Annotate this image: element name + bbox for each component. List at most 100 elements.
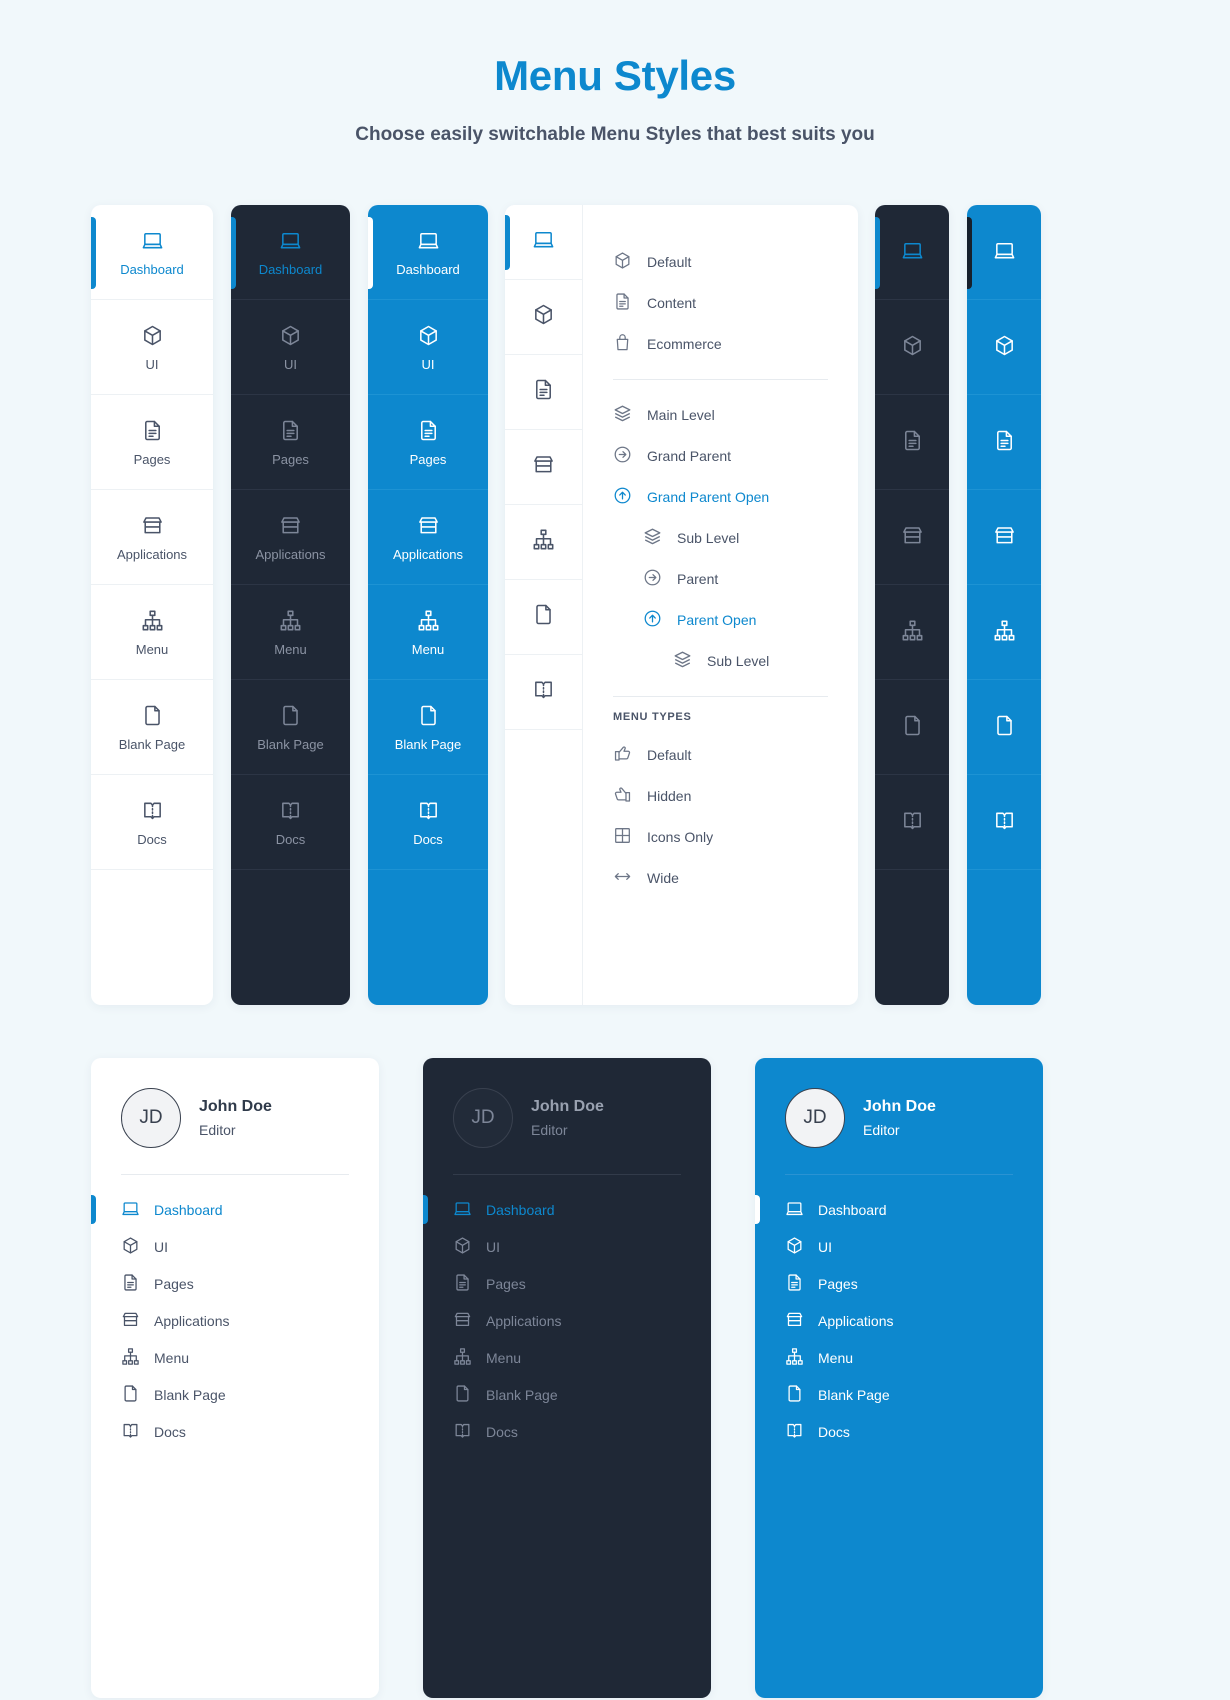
menu-item-docs[interactable]: Docs	[231, 775, 350, 870]
profile-menu-item-applications[interactable]: Applications	[423, 1302, 711, 1339]
menu-icon-dashboard[interactable]	[967, 205, 1041, 300]
menu-item-dashboard[interactable]: Dashboard	[91, 205, 213, 300]
profile-menu-item-label: Dashboard	[818, 1201, 887, 1218]
menu-icon-docs[interactable]	[875, 775, 949, 870]
profile-menu-item-menu[interactable]: Menu	[423, 1339, 711, 1376]
profile-menu-item-label: Blank Page	[486, 1386, 558, 1403]
avatar[interactable]: JD	[121, 1088, 181, 1148]
submenu-item-icons-only[interactable]: Icons Only	[613, 816, 828, 857]
profile-menu-item-menu[interactable]: Menu	[91, 1339, 379, 1376]
menu-item-ui[interactable]: UI	[91, 300, 213, 395]
submenu-item-parent-open[interactable]: Parent Open	[613, 599, 828, 640]
profile-menu-item-ui[interactable]: UI	[755, 1228, 1043, 1265]
menu-icon-pages[interactable]	[967, 395, 1041, 490]
menu-icon-docs[interactable]	[967, 775, 1041, 870]
active-indicator	[231, 217, 236, 289]
profile-menu-item-ui[interactable]: UI	[91, 1228, 379, 1265]
profile-menu-item-pages[interactable]: Pages	[755, 1265, 1043, 1302]
profile-menu-item-menu[interactable]: Menu	[755, 1339, 1043, 1376]
menu-item-pages[interactable]: Pages	[231, 395, 350, 490]
menu-item-blank-page[interactable]: Blank Page	[91, 680, 213, 775]
menu-item-dashboard[interactable]: Dashboard	[368, 205, 488, 300]
menu-item-applications[interactable]: Applications	[231, 490, 350, 585]
submenu-item-content[interactable]: Content	[613, 282, 828, 323]
submenu-item-wide[interactable]: Wide	[613, 857, 828, 898]
profile-menu-item-pages[interactable]: Pages	[91, 1265, 379, 1302]
panel-submenu: Default Content Ecommerce Main Level Grand P…	[505, 205, 858, 1005]
menu-item-docs[interactable]: Docs	[368, 775, 488, 870]
profile-menu-item-dashboard[interactable]: Dashboard	[755, 1191, 1043, 1228]
profile-menu-item-blank-page[interactable]: Blank Page	[423, 1376, 711, 1413]
avatar[interactable]: JD	[453, 1088, 513, 1148]
menu-item-applications[interactable]: Applications	[91, 490, 213, 585]
submenu-item-sub-level[interactable]: Sub Level	[613, 640, 828, 681]
submenu-item-default[interactable]: Default	[613, 241, 828, 282]
menu-item-applications[interactable]: Applications	[368, 490, 488, 585]
profile-menu-item-pages[interactable]: Pages	[423, 1265, 711, 1302]
submenu-item-sub-level[interactable]: Sub Level	[613, 517, 828, 558]
submenu-item-hidden[interactable]: Hidden	[613, 775, 828, 816]
menu-item-dashboard[interactable]: Dashboard	[231, 205, 350, 300]
menu-item-blank-page[interactable]: Blank Page	[368, 680, 488, 775]
rail-icon-docs[interactable]	[505, 655, 582, 730]
blank-page-icon	[901, 714, 924, 740]
menu-icon-blank-page[interactable]	[875, 680, 949, 775]
profile-menu-item-applications[interactable]: Applications	[91, 1302, 379, 1339]
profile-name: John Doe	[531, 1098, 604, 1116]
menu-item-menu[interactable]: Menu	[231, 585, 350, 680]
rail-icon-menu[interactable]	[505, 505, 582, 580]
profile-menu-item-docs[interactable]: Docs	[91, 1413, 379, 1450]
grid-icon	[613, 826, 632, 848]
menu-item-ui[interactable]: UI	[231, 300, 350, 395]
menu-item-label: Docs	[137, 831, 167, 847]
profile-menu-item-dashboard[interactable]: Dashboard	[423, 1191, 711, 1228]
menu-item-label: UI	[421, 356, 435, 372]
menu-icon-blank-page[interactable]	[967, 680, 1041, 775]
menu-icon-pages[interactable]	[875, 395, 949, 490]
submenu-item-ecommerce[interactable]: Ecommerce	[613, 323, 828, 364]
rail-icon-dashboard[interactable]	[505, 205, 582, 280]
active-indicator	[755, 1195, 760, 1224]
submenu-item-default[interactable]: Default	[613, 734, 828, 775]
profile-menu-item-ui[interactable]: UI	[423, 1228, 711, 1265]
menu-item-pages[interactable]: Pages	[368, 395, 488, 490]
profile-menu-item-docs[interactable]: Docs	[755, 1413, 1043, 1450]
menu-item-docs[interactable]: Docs	[91, 775, 213, 870]
menu-item-pages[interactable]: Pages	[91, 395, 213, 490]
menu-icon-ui[interactable]	[875, 300, 949, 395]
rail-icon-blank-page[interactable]	[505, 580, 582, 655]
submenu-item-parent[interactable]: Parent	[613, 558, 828, 599]
sitemap-icon	[279, 609, 302, 635]
menu-icon-menu[interactable]	[967, 585, 1041, 680]
rail-icon-ui[interactable]	[505, 280, 582, 355]
menu-item-menu[interactable]: Menu	[368, 585, 488, 680]
menu-icon-applications[interactable]	[875, 490, 949, 585]
submenu-section-heading: MENU TYPES	[613, 711, 692, 723]
profile-menu-item-blank-page[interactable]: Blank Page	[755, 1376, 1043, 1413]
avatar[interactable]: JD	[785, 1088, 845, 1148]
profile-menu-item-applications[interactable]: Applications	[755, 1302, 1043, 1339]
menu-icon-applications[interactable]	[967, 490, 1041, 585]
submenu-item-main-level[interactable]: Main Level	[613, 394, 828, 435]
menu-item-label: Menu	[274, 641, 307, 657]
menu-item-blank-page[interactable]: Blank Page	[231, 680, 350, 775]
cube-icon	[417, 324, 440, 350]
menu-icon-menu[interactable]	[875, 585, 949, 680]
menu-item-ui[interactable]: UI	[368, 300, 488, 395]
menu-item-label: Applications	[255, 546, 326, 562]
profile-menu-item-dashboard[interactable]: Dashboard	[91, 1191, 379, 1228]
submenu-divider-1	[613, 379, 828, 380]
profile-menu-item-docs[interactable]: Docs	[423, 1413, 711, 1450]
rail-icon-pages[interactable]	[505, 355, 582, 430]
menu-icon-dashboard[interactable]	[875, 205, 949, 300]
submenu-item-grand-parent[interactable]: Grand Parent	[613, 435, 828, 476]
panel-light-vertical-menu: Dashboard UI Pages Applications Menu Blank Pa…	[91, 205, 213, 1005]
menu-item-menu[interactable]: Menu	[91, 585, 213, 680]
profile-menu-item-blank-page[interactable]: Blank Page	[91, 1376, 379, 1413]
submenu-item-grand-parent-open[interactable]: Grand Parent Open	[613, 476, 828, 517]
menu-icon-ui[interactable]	[967, 300, 1041, 395]
profile-menu-item-label: Pages	[818, 1275, 858, 1292]
avatar-initials: JD	[471, 1107, 495, 1128]
layers-icon	[643, 527, 662, 549]
rail-icon-applications[interactable]	[505, 430, 582, 505]
